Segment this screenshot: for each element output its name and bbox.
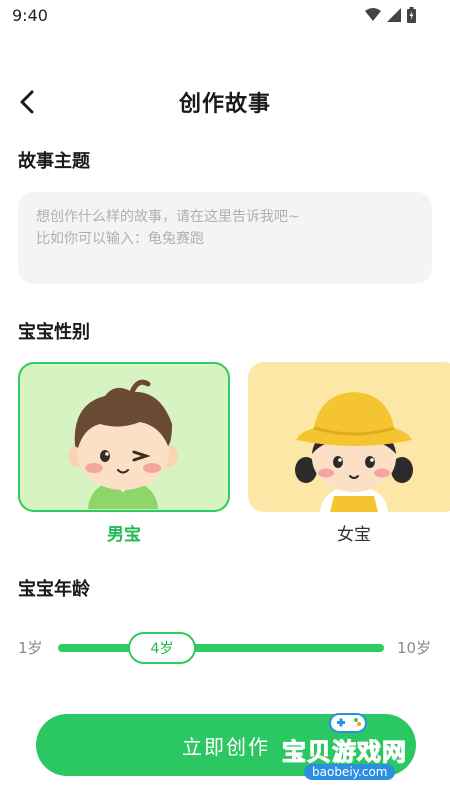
- topic-section-label: 故事主题: [18, 151, 90, 172]
- age-value-label: 4岁: [150, 641, 174, 657]
- status-icons: [365, 7, 416, 23]
- age-section-label: 宝宝年龄: [18, 579, 90, 600]
- gender-option-boy[interactable]: [18, 362, 230, 512]
- page-title: 创作故事: [178, 92, 271, 117]
- gender-label-boy: 男宝: [107, 525, 141, 545]
- age-slider-track[interactable]: [58, 644, 384, 652]
- age-max-label: 10岁: [397, 639, 432, 657]
- age-min-label: 1岁: [18, 639, 43, 657]
- nav-bar: 创作故事: [0, 80, 450, 124]
- boy-avatar: [68, 379, 178, 509]
- watermark-text: 宝贝游戏网: [282, 738, 407, 767]
- watermark-url: baobeiy.com: [304, 764, 396, 780]
- battery-icon: [407, 7, 416, 23]
- topic-placeholder-line1: 想创作什么样的故事，请在这里告诉我吧~: [36, 209, 300, 225]
- wifi-icon: [365, 8, 381, 21]
- status-bar: 9:40: [0, 0, 450, 32]
- create-button-label: 立即创作: [182, 734, 270, 759]
- topic-placeholder-line2: 比如你可以输入：龟兔赛跑: [36, 231, 204, 247]
- watermark: 宝贝游戏网 baobeiy.com: [282, 706, 432, 786]
- gender-option-girl[interactable]: [248, 362, 450, 512]
- gender-label-girl: 女宝: [337, 525, 371, 545]
- signal-icon: [387, 8, 401, 22]
- status-time: 9:40: [12, 6, 48, 25]
- topic-input[interactable]: 想创作什么样的故事，请在这里告诉我吧~ 比如你可以输入：龟兔赛跑: [18, 192, 432, 284]
- gender-section-label: 宝宝性别: [18, 322, 90, 343]
- age-slider-thumb[interactable]: 4岁: [128, 632, 196, 664]
- girl-avatar: [295, 392, 413, 512]
